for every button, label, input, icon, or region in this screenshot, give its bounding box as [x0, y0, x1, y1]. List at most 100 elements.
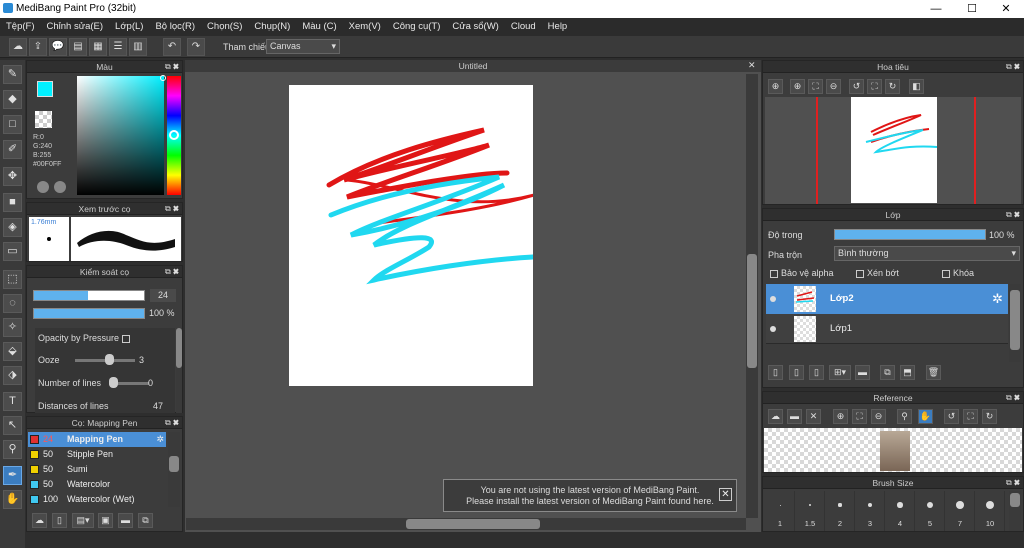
canvas-horizontal-scrollbar[interactable]: [186, 518, 746, 530]
brush-item-mapping-pen[interactable]: 24 Mapping Pen ✲: [28, 432, 166, 447]
navigator-preview[interactable]: [765, 97, 1021, 204]
menu-color[interactable]: Màu (C): [296, 18, 342, 36]
rotate-right-icon[interactable]: ↻: [885, 79, 900, 94]
list-icon[interactable]: ☰: [109, 38, 127, 56]
brush-size-option[interactable]: 10: [975, 491, 1005, 531]
saturation-value-picker[interactable]: [77, 76, 164, 195]
lock-option[interactable]: Khóa: [942, 268, 974, 278]
operation-tool-icon[interactable]: ↖: [3, 416, 22, 435]
reset-view-icon[interactable]: ⛶: [867, 79, 882, 94]
brush-size-option[interactable]: 5: [915, 491, 945, 531]
color-cursor[interactable]: [160, 75, 166, 81]
panel-controls-icon[interactable]: ⧉ ✖: [1006, 392, 1020, 404]
close-button[interactable]: ✕: [994, 0, 1018, 18]
panel-controls-icon[interactable]: ⧉ ✖: [1006, 477, 1020, 489]
grid-icon[interactable]: ▥: [129, 38, 147, 56]
close-icon[interactable]: ✕: [806, 409, 821, 424]
zoom-fit-icon[interactable]: ⊕: [790, 79, 805, 94]
eye-icon[interactable]: [770, 326, 776, 332]
layer-row-layer2[interactable]: Lớp2 ✲: [766, 284, 1008, 314]
opacity-pressure-checkbox[interactable]: [121, 334, 130, 343]
eraser-tool-icon[interactable]: ◆: [3, 90, 22, 109]
canvas-vertical-scrollbar[interactable]: [746, 74, 758, 518]
brush-settings-icon[interactable]: ▣: [98, 513, 113, 528]
zoom-out-icon[interactable]: ⊖: [826, 79, 841, 94]
brush-item-watercolor[interactable]: 50 Watercolor: [28, 477, 166, 492]
select-eraser-icon[interactable]: ⬗: [3, 366, 22, 385]
drawing-canvas[interactable]: [289, 85, 536, 386]
select-pen-icon[interactable]: ⬙: [3, 342, 22, 361]
update-notice[interactable]: You are not using the latest version of …: [443, 479, 737, 512]
menu-edit[interactable]: Chỉnh sửa(E): [41, 18, 110, 36]
brush-size-option[interactable]: 1.5: [795, 491, 825, 531]
blend-select[interactable]: Bình thường ▾: [834, 246, 1020, 261]
open-folder-icon[interactable]: ▬: [787, 409, 802, 424]
merge-layer-icon[interactable]: ⬒: [900, 365, 915, 380]
close-icon[interactable]: ✕: [748, 60, 756, 71]
brush-size-option[interactable]: 1: [765, 491, 795, 531]
fill-rect-icon[interactable]: ■: [3, 193, 22, 212]
clipping-checkbox[interactable]: [856, 269, 864, 278]
pen-tool-icon[interactable]: ✒: [3, 466, 22, 485]
flip-icon[interactable]: ◧: [909, 79, 924, 94]
eyedropper-tool-icon[interactable]: ⚲: [3, 440, 22, 459]
panel-controls-icon[interactable]: ⧉ ✖: [1006, 61, 1020, 73]
opacity-pressure-option[interactable]: Opacity by Pressure: [38, 333, 133, 343]
brush-opacity-slider[interactable]: [33, 308, 145, 319]
rotate-right-icon[interactable]: ↻: [982, 409, 997, 424]
brush-tool-icon[interactable]: ✎: [3, 65, 22, 84]
panel-controls-icon[interactable]: ⧉ ✖: [165, 417, 179, 429]
panel-controls-icon[interactable]: ⧉ ✖: [165, 203, 179, 215]
rect-tool-icon[interactable]: □: [3, 115, 22, 134]
duplicate-icon[interactable]: ⧉: [138, 513, 153, 528]
layer-list-scrollbar[interactable]: [1009, 284, 1021, 362]
menu-cloud[interactable]: Cloud: [505, 18, 542, 36]
lines-handle[interactable]: [109, 377, 118, 388]
new-layer-8bit-icon[interactable]: ▯: [789, 365, 804, 380]
eye-icon[interactable]: [770, 296, 776, 302]
clipping-option[interactable]: Xén bớt: [856, 268, 899, 278]
brush-size-value[interactable]: 24: [150, 289, 176, 302]
brush-options-scrollbar[interactable]: [176, 328, 182, 413]
gear-icon[interactable]: ✲: [992, 291, 1003, 307]
cloud-brush-icon[interactable]: ☁: [32, 513, 47, 528]
eyedropper-icon[interactable]: ⚲: [897, 409, 912, 424]
palette-add-icon[interactable]: [54, 181, 66, 193]
chat-icon[interactable]: ▤: [69, 38, 87, 56]
menu-file[interactable]: Tệp(F): [0, 18, 41, 36]
folder-icon[interactable]: ▬: [118, 513, 133, 528]
new-brush-icon[interactable]: ▯: [52, 513, 67, 528]
brush-size-scrollbar[interactable]: [1009, 491, 1021, 531]
new-layer-icon[interactable]: ▯: [768, 365, 783, 380]
panel-controls-icon[interactable]: ⧉ ✖: [1006, 209, 1020, 221]
menu-tools[interactable]: Công cụ(T): [387, 18, 447, 36]
panel-controls-icon[interactable]: ⧉ ✖: [165, 61, 179, 73]
foreground-color[interactable]: [37, 81, 53, 97]
gradient-tool-icon[interactable]: ▭: [3, 242, 22, 261]
gear-icon[interactable]: ✲: [156, 432, 164, 447]
redo-icon[interactable]: ↷: [187, 38, 205, 56]
cloud-icon[interactable]: ☁: [768, 409, 783, 424]
magic-wand-icon[interactable]: ✧: [3, 318, 22, 337]
brush-size-slider[interactable]: [33, 290, 145, 301]
minimize-button[interactable]: —: [924, 0, 948, 18]
new-layer-1bit-icon[interactable]: ▯: [809, 365, 824, 380]
add-brush-icon[interactable]: ▤▾: [72, 513, 94, 528]
reset-view-icon[interactable]: ⛶: [963, 409, 978, 424]
menu-window[interactable]: Cửa sổ(W): [446, 18, 504, 36]
menu-snap[interactable]: Chụp(N): [248, 18, 296, 36]
zoom-in-icon[interactable]: ⊕: [768, 79, 783, 94]
comment-icon[interactable]: 💬: [49, 38, 67, 56]
transparent-color[interactable]: [35, 111, 52, 128]
palette-icon[interactable]: [37, 181, 49, 193]
panel-controls-icon[interactable]: ⧉ ✖: [165, 266, 179, 278]
reference-select[interactable]: Canvas ▾: [266, 39, 340, 54]
brush-size-option[interactable]: 7: [945, 491, 975, 531]
hue-handle[interactable]: [169, 130, 179, 140]
rotate-left-icon[interactable]: ↺: [944, 409, 959, 424]
layer-opacity-slider[interactable]: [834, 229, 986, 240]
maximize-button[interactable]: ☐: [960, 0, 984, 18]
marquee-tool-icon[interactable]: ⬚: [3, 270, 22, 289]
menu-view[interactable]: Xem(V): [343, 18, 387, 36]
hand-icon[interactable]: ✋: [918, 409, 933, 424]
